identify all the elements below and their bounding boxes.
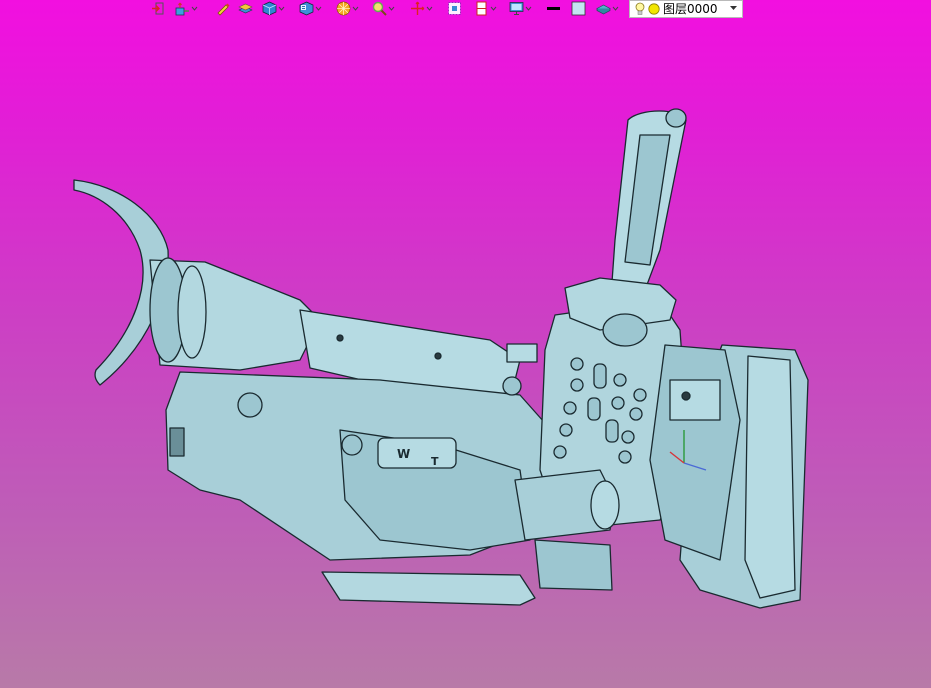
grip-strap [321,571,536,606]
layer-status-dot-icon[interactable] [648,3,660,15]
surface-layer-icon [596,4,611,15]
chevron-down-icon [315,6,322,11]
section-view-button[interactable] [474,0,497,17]
pan-icon [411,1,425,15]
fill-color-button[interactable] [571,0,586,17]
layer-stack-icon [238,3,253,14]
chevron-down-icon [278,6,285,11]
exit-sketch-button[interactable] [150,0,165,17]
chevron-down-icon [388,6,395,11]
chevron-down-icon [612,6,619,11]
layer-stack-button[interactable] [238,0,253,17]
chevron-down-icon [525,6,532,11]
zoom-icon [372,1,387,16]
monitor-display-button[interactable] [509,0,532,17]
fill-color-icon [571,1,586,16]
chevron-down-icon[interactable] [730,6,737,11]
highlight-pen-button[interactable] [215,0,230,17]
chevron-down-icon [352,6,359,11]
section-view-icon [476,1,487,16]
toolbar: 图层0000 [0,0,931,18]
frame-select-button[interactable] [447,0,462,17]
lower-mount [534,539,613,591]
line-color-icon [547,7,560,10]
user-coordinate-icon [175,2,189,16]
zoom-rocker [377,437,457,469]
line-color-button[interactable] [546,0,561,17]
chevron-down-icon [490,6,497,11]
render-style-icon [336,1,351,16]
surface-layer-button[interactable] [596,0,619,17]
view-orientation-button[interactable] [299,0,322,17]
svg-text:T: T [431,455,439,468]
lightbulb-icon[interactable] [635,2,645,16]
render-style-button[interactable] [336,0,359,17]
solid-cube-button[interactable] [262,0,285,17]
highlight-pen-icon [217,3,230,16]
3d-viewport[interactable]: W T [0,18,931,688]
layer-selector[interactable]: 图层0000 [629,0,743,18]
exit-sketch-icon [152,2,164,15]
chevron-down-icon [191,6,198,11]
solid-cube-icon [262,1,277,16]
monitor-display-icon [509,2,524,15]
zoom-button[interactable] [372,0,395,17]
pan-button[interactable] [410,0,433,17]
frame-select-icon [448,2,461,15]
svg-text:W: W [397,447,410,461]
chevron-down-icon [426,6,433,11]
view-orientation-icon [299,1,314,16]
layer-name: 图层0000 [663,2,718,16]
camcorder-model[interactable]: W T [0,18,931,688]
eyepiece-ring-inner [177,265,207,359]
user-coordinate-button[interactable] [175,0,198,17]
